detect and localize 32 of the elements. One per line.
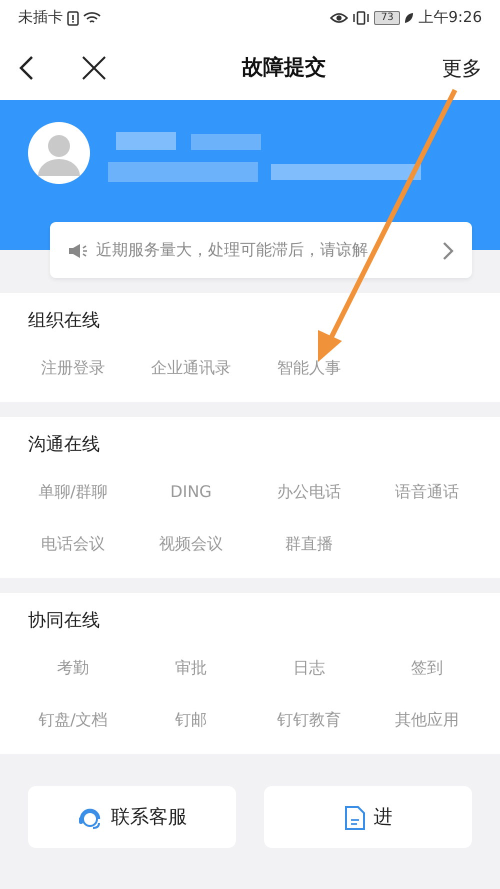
avatar-icon	[28, 122, 90, 184]
close-icon[interactable]	[82, 55, 106, 80]
feature-link[interactable]: 钉钉教育	[277, 710, 341, 729]
more-link[interactable]: 更多	[442, 52, 482, 82]
feature-link[interactable]: 视频会议	[159, 534, 223, 553]
feature-link[interactable]: 签到	[411, 658, 443, 677]
back-icon[interactable]	[18, 54, 34, 80]
progress-button[interactable]: 进	[264, 786, 472, 848]
feature-link[interactable]: 语音通话	[395, 482, 459, 501]
feature-link[interactable]: 钉邮	[175, 710, 207, 729]
feature-link[interactable]: 企业通讯录	[151, 358, 231, 377]
feature-link[interactable]: 办公电话	[277, 482, 341, 501]
feature-link[interactable]: 考勤	[57, 658, 89, 677]
feature-link[interactable]: DING	[170, 482, 212, 501]
feature-link[interactable]: 智能人事	[277, 358, 341, 377]
feature-link[interactable]: 钉盘/文档	[38, 710, 108, 729]
notice-text: 近期服务量大，处理可能滞后，请谅解	[96, 239, 369, 261]
feature-link[interactable]: 群直播	[285, 534, 333, 553]
carrier-text: 未插卡	[18, 7, 63, 28]
section-title: 沟通在线	[27, 433, 101, 457]
section-title: 组织在线	[27, 309, 101, 333]
page-title: 故障提交	[242, 54, 326, 79]
feature-link[interactable]: 电话会议	[41, 534, 105, 553]
feature-link[interactable]: 其他应用	[395, 710, 459, 729]
feature-link[interactable]: 注册登录	[41, 358, 105, 377]
feature-link[interactable]: 审批	[175, 658, 207, 677]
clock-text: 上午9:26	[418, 7, 482, 28]
feature-link[interactable]: 日志	[293, 658, 325, 677]
feature-link[interactable]: 单聊/群聊	[38, 482, 108, 501]
battery-icon: 73	[374, 10, 400, 24]
section-title: 协同在线	[27, 609, 101, 633]
contact-button[interactable]: 联系客服	[28, 786, 236, 848]
